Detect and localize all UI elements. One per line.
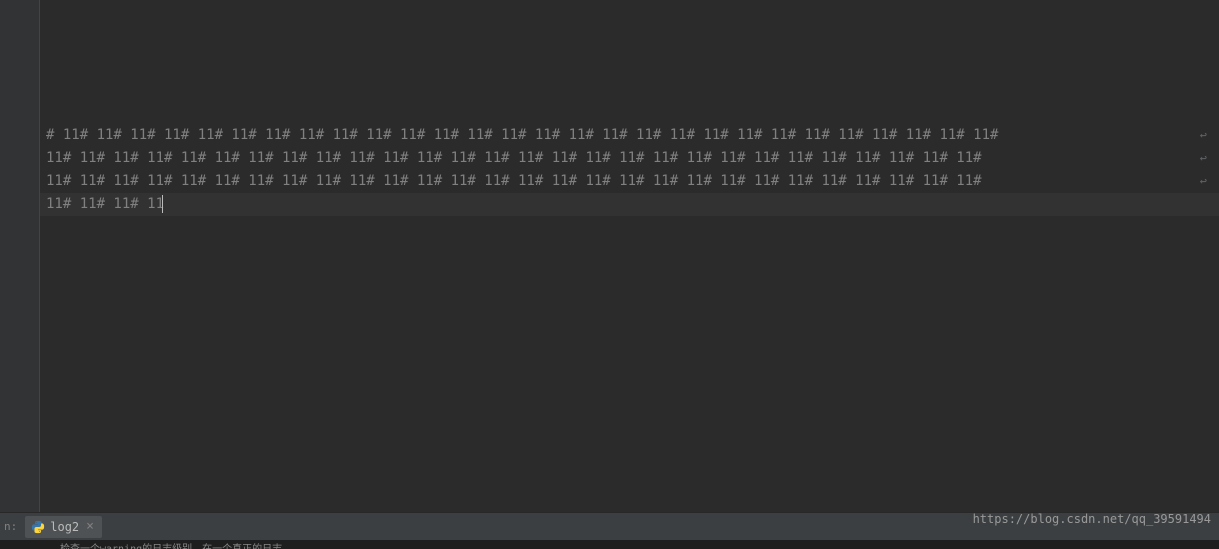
tab-bar: n: log2 × https://blog.csdn.net/qq_39591… bbox=[0, 512, 1219, 540]
bottom-strip: 检查一个warning的日志级别，在一个真正的日志 bbox=[0, 540, 1219, 549]
code-text: # 11# 11# 11# 11# 11# 11# 11# 11# 11# 11… bbox=[46, 127, 998, 143]
tab-name: log2 bbox=[50, 520, 79, 534]
watermark: https://blog.csdn.net/qq_39591494 bbox=[973, 512, 1211, 526]
cursor bbox=[162, 195, 163, 213]
code-line[interactable]: # 11# 11# 11# 11# 11# 11# 11# 11# 11# 11… bbox=[40, 124, 1219, 147]
code-line-active[interactable]: ↪ 11# 11# 11# 11 bbox=[40, 193, 1219, 216]
code-text: 11# 11# 11# 11# 11# 11# 11# 11# 11# 11# … bbox=[46, 173, 982, 189]
close-icon[interactable]: × bbox=[84, 519, 96, 534]
python-icon bbox=[31, 520, 45, 534]
editor-container: # 11# 11# 11# 11# 11# 11# 11# 11# 11# 11… bbox=[0, 0, 1219, 512]
code-text: 11# 11# 11# 11# 11# 11# 11# 11# 11# 11# … bbox=[46, 150, 982, 166]
bottom-text: 检查一个warning的日志级别，在一个真正的日志 bbox=[0, 540, 1219, 549]
wrap-icon: ↩ bbox=[1200, 170, 1207, 193]
code-line[interactable]: ↪ 11# 11# 11# 11# 11# 11# 11# 11# 11# 11… bbox=[40, 170, 1219, 193]
editor-content[interactable]: # 11# 11# 11# 11# 11# 11# 11# 11# 11# 11… bbox=[40, 0, 1219, 512]
wrap-icon: ↩ bbox=[1200, 147, 1207, 170]
wrap-icon: ↩ bbox=[1200, 124, 1207, 147]
file-tab[interactable]: log2 × bbox=[25, 516, 102, 538]
code-text: 11# 11# 11# 11 bbox=[46, 196, 164, 212]
spacer bbox=[40, 0, 1219, 124]
code-line[interactable]: ↪ 11# 11# 11# 11# 11# 11# 11# 11# 11# 11… bbox=[40, 147, 1219, 170]
gutter bbox=[0, 0, 40, 512]
tab-prefix: n: bbox=[4, 520, 17, 533]
